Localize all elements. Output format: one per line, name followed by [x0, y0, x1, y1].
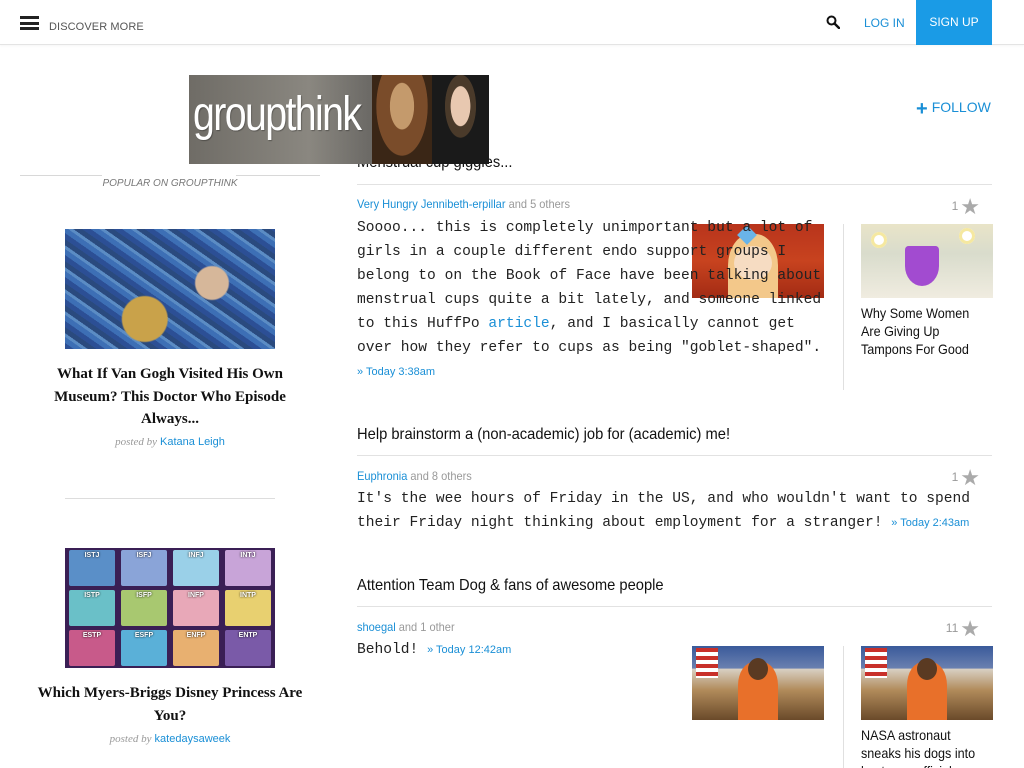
post-title[interactable]: Attention Team Dog & fans of awesome peo… — [357, 577, 664, 595]
vertical-divider — [843, 646, 844, 768]
mbti-tile-label: INTJ — [240, 552, 256, 559]
post-others[interactable]: and 8 others — [410, 469, 471, 483]
banner-title: groupthink — [193, 88, 362, 141]
mbti-tile-label: ENTP — [238, 632, 258, 639]
login-link[interactable]: LOG IN — [864, 16, 905, 30]
mbti-tile: ISFP — [121, 590, 167, 626]
posted-by-label: posted by — [109, 733, 152, 745]
post-timestamp[interactable]: » Today 3:38am — [357, 366, 435, 378]
mbti-tile: INTP — [225, 590, 271, 626]
van-gogh-thumbnail[interactable] — [65, 229, 275, 349]
post-title[interactable]: Help brainstorm a (non-academic) job for… — [357, 426, 730, 444]
astronaut-head — [748, 658, 768, 680]
post-user-link[interactable]: Very Hungry Jennibeth-erpillar — [357, 197, 506, 211]
mbti-tile-label: INFJ — [188, 552, 204, 559]
menstrual-cup-thumbnail[interactable] — [861, 224, 993, 298]
article-link[interactable]: article — [488, 316, 549, 332]
groupthink-banner[interactable]: groupthink — [189, 75, 489, 164]
star-icon[interactable]: ★ — [960, 616, 980, 641]
divider — [20, 175, 102, 176]
post-score[interactable]: 11★ — [930, 616, 980, 642]
mbti-tile-label: ISTJ — [84, 552, 100, 559]
mbti-tile: ESFP — [121, 630, 167, 666]
post-others[interactable]: and 1 other — [399, 620, 455, 634]
post-divider — [357, 455, 992, 456]
mbti-tile: INFJ — [173, 550, 219, 586]
card-byline: posted by katedaysaweek — [20, 733, 320, 745]
top-navigation-bar: DISCOVER MORE LOG IN SIGN UP — [0, 0, 1024, 45]
mbti-tile: INFP — [173, 590, 219, 626]
mbti-tile: ISFJ — [121, 550, 167, 586]
mbti-tile: ESTP — [69, 630, 115, 666]
card-byline: posted by Katana Leigh — [20, 436, 320, 448]
post-byline: shoegal and 1 other — [357, 620, 455, 634]
card-divider — [65, 498, 275, 499]
banner-portrait-right — [432, 75, 489, 164]
follow-label: FOLLOW — [931, 99, 991, 115]
post-text: It's the wee hours of Friday in the US, … — [357, 491, 971, 531]
banner-portrait-left — [372, 75, 432, 164]
mbti-tile: INTJ — [225, 550, 271, 586]
mbti-tile-label: ENFP — [186, 632, 206, 639]
related-article-title[interactable]: Why Some Women Are Giving Up Tampons For… — [861, 304, 987, 358]
hamburger-menu-icon[interactable] — [20, 16, 39, 30]
post-timestamp[interactable]: » Today 2:43am — [891, 517, 969, 529]
plus-icon: + — [916, 98, 928, 120]
score-count: 1 — [951, 199, 959, 213]
post-score[interactable]: 1★ — [930, 194, 980, 220]
post-user-link[interactable]: shoegal — [357, 620, 396, 634]
mbti-tile: ISTP — [69, 590, 115, 626]
score-count: 1 — [951, 470, 959, 484]
posted-by-label: posted by — [115, 436, 157, 448]
flag — [865, 648, 887, 678]
mbti-tile-label: ISFJ — [136, 552, 152, 559]
score-count: 11 — [945, 621, 959, 635]
post-divider — [357, 606, 992, 607]
flag — [696, 648, 718, 678]
post-timestamp[interactable]: » Today 12:42am — [427, 644, 511, 656]
related-article-title[interactable]: NASA astronaut sneaks his dogs into best… — [861, 726, 987, 768]
mbti-tile-label: ESTP — [82, 632, 102, 639]
post-divider — [357, 184, 992, 185]
post-others[interactable]: and 5 others — [509, 197, 570, 211]
post-body: Behold! » Today 12:42am — [357, 638, 677, 662]
discover-more-link[interactable]: DISCOVER MORE — [49, 21, 144, 33]
post-byline: Very Hungry Jennibeth-erpillar and 5 oth… — [357, 197, 570, 211]
vertical-divider — [843, 224, 844, 390]
mbti-tile: ENFP — [173, 630, 219, 666]
mbti-tile-label: INTP — [240, 592, 256, 599]
post-body: It's the wee hours of Friday in the US, … — [357, 487, 987, 535]
post-user-link[interactable]: Euphronia — [357, 469, 407, 483]
popular-label: POPULAR ON GROUPTHINK — [102, 178, 238, 189]
mbti-tile: ENTP — [225, 630, 271, 666]
post-body: Soooo... this is completely unimportant … — [357, 216, 827, 384]
mbti-princess-thumbnail[interactable]: ISTJ ISFJ INFJ INTJ ISTP ISFP INFP INTP ESTP ESFP… — [65, 548, 275, 668]
author-link[interactable]: Katana Leigh — [160, 436, 225, 448]
search-icon[interactable] — [826, 15, 840, 29]
astronaut-dogs-image[interactable] — [692, 646, 824, 720]
author-link[interactable]: katedaysaweek — [155, 733, 231, 745]
flower — [871, 232, 887, 248]
post-byline: Euphronia and 8 others — [357, 469, 472, 483]
follow-button[interactable]: + FOLLOW — [916, 98, 991, 121]
mbti-tile: ISTJ — [69, 550, 115, 586]
mbti-tile-label: ISTP — [84, 592, 100, 599]
signup-button[interactable]: SIGN UP — [916, 0, 992, 45]
mbti-tile-label: ISFP — [136, 592, 152, 599]
divider — [236, 175, 320, 176]
card-title[interactable]: What If Van Gogh Visited His Own Museum?… — [30, 363, 310, 431]
mbti-tile-label: INFP — [188, 592, 204, 599]
popular-section-header: POPULAR ON GROUPTHINK — [20, 175, 320, 191]
flower — [959, 228, 975, 244]
mbti-tile-label: ESFP — [134, 632, 154, 639]
astronaut-head — [917, 658, 937, 680]
post-text: Behold! — [357, 642, 419, 658]
star-icon[interactable]: ★ — [960, 194, 980, 219]
astronaut-dogs-thumbnail[interactable] — [861, 646, 993, 720]
menstrual-cup — [905, 246, 939, 286]
card-title[interactable]: Which Myers-Briggs Disney Princess Are Y… — [30, 682, 310, 727]
